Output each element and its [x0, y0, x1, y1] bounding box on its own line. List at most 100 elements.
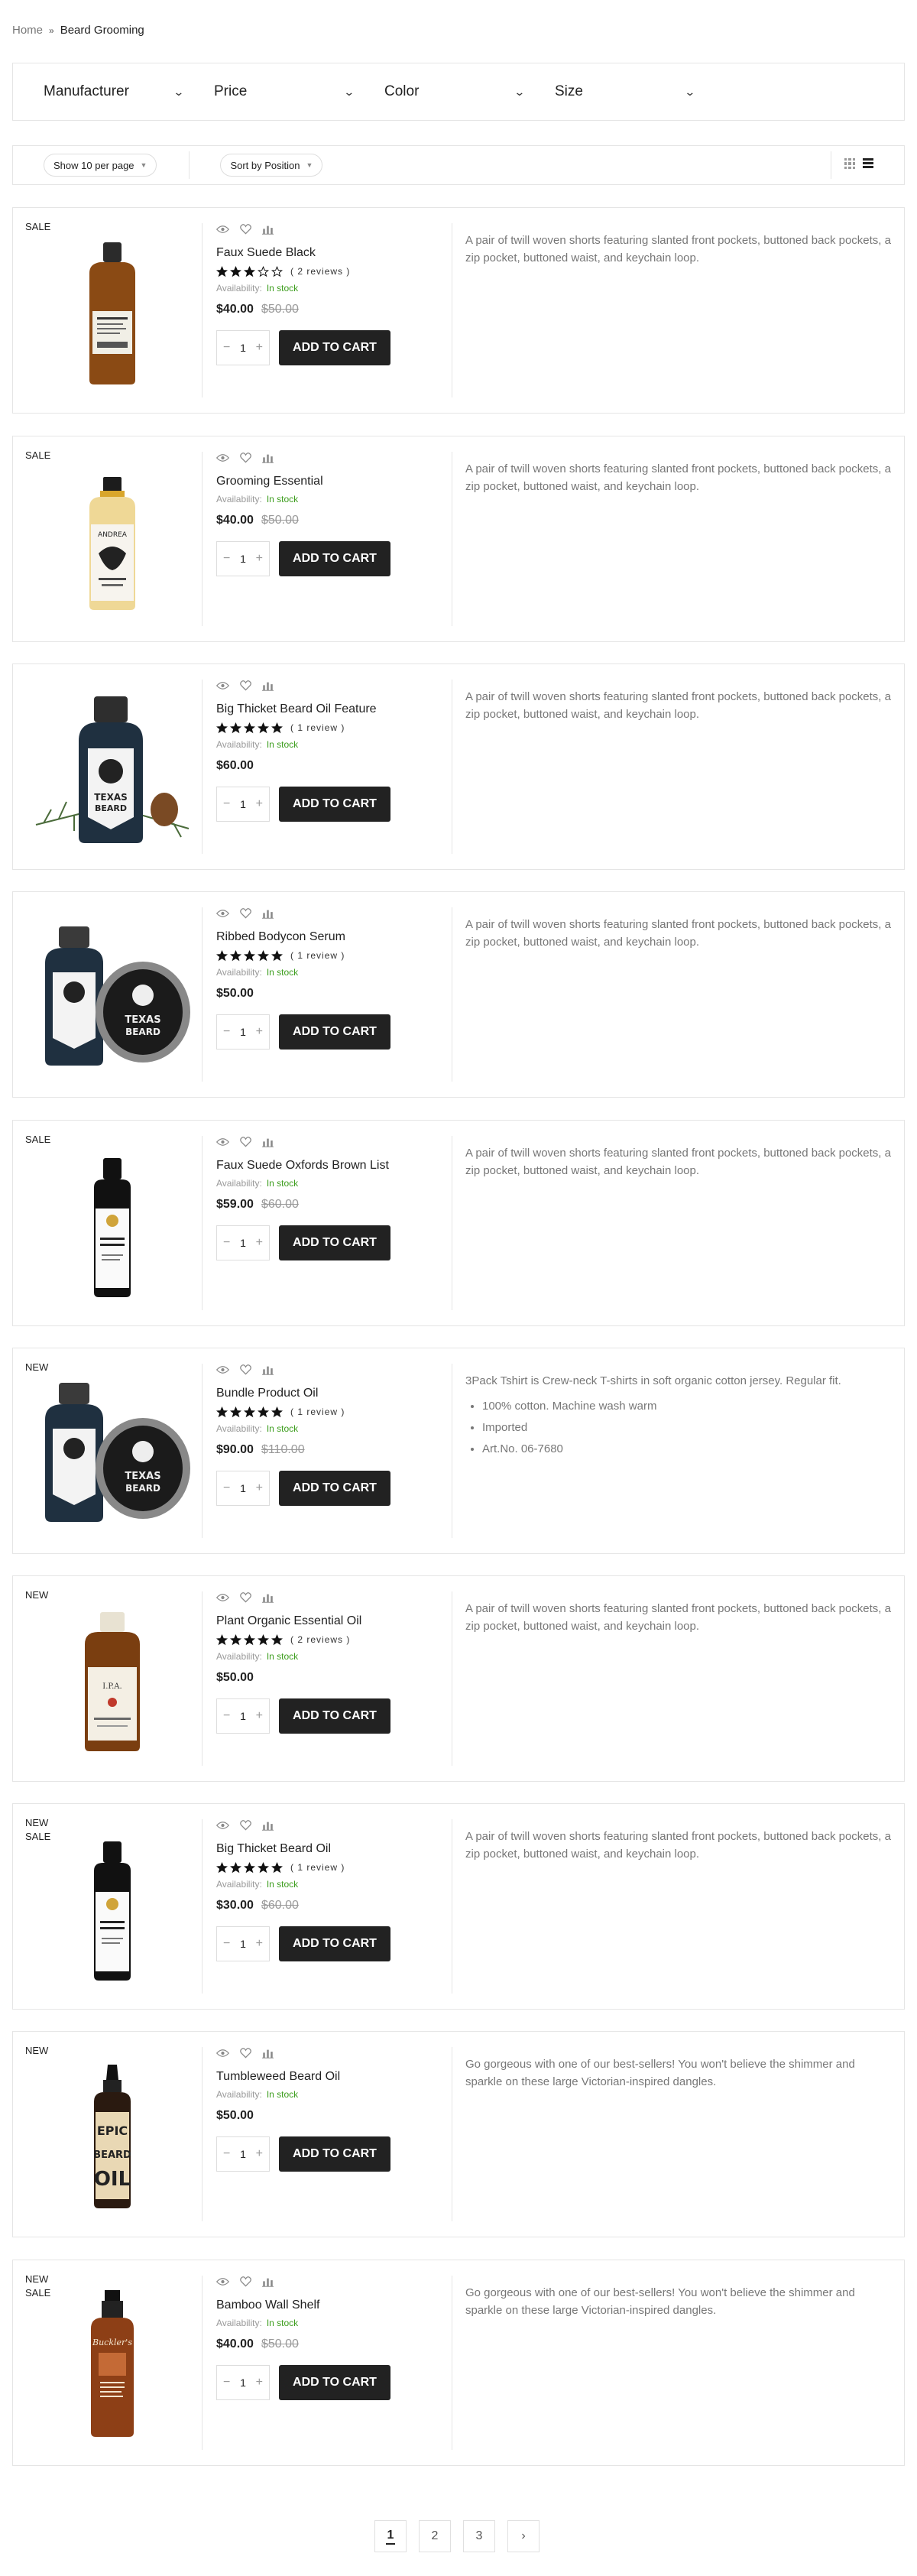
minus-icon[interactable]: − [223, 2376, 230, 2389]
product-image[interactable]: Buckler's [28, 2272, 196, 2455]
product-name[interactable]: Faux Suede Black [216, 246, 438, 260]
quantity-value[interactable]: 1 [240, 1710, 246, 1722]
add-to-cart-button[interactable]: ADD TO CART [279, 1698, 390, 1734]
compare-chart-icon[interactable] [262, 224, 274, 235]
minus-icon[interactable]: − [223, 1481, 230, 1495]
wishlist-heart-icon[interactable] [240, 224, 251, 235]
minus-icon[interactable]: − [223, 2147, 230, 2161]
plus-icon[interactable]: + [256, 341, 263, 355]
compare-chart-icon[interactable] [262, 1592, 274, 1603]
quick-view-icon[interactable] [216, 1821, 229, 1830]
quick-view-icon[interactable] [216, 2277, 229, 2286]
minus-icon[interactable]: − [223, 1937, 230, 1951]
minus-icon[interactable]: − [223, 797, 230, 811]
quick-view-icon[interactable] [216, 1593, 229, 1602]
add-to-cart-button[interactable]: ADD TO CART [279, 787, 390, 822]
wishlist-heart-icon[interactable] [240, 680, 251, 691]
grid-view-icon[interactable] [844, 158, 855, 169]
compare-chart-icon[interactable] [262, 2276, 274, 2287]
filter-price[interactable]: Price ⌄ [183, 83, 355, 100]
sort-select[interactable]: Sort by Position ▼ [220, 154, 323, 177]
quantity-value[interactable]: 1 [240, 798, 246, 810]
product-name[interactable]: Faux Suede Oxfords Brown List [216, 1159, 438, 1173]
product-name[interactable]: Grooming Essential [216, 475, 438, 488]
quick-view-icon[interactable] [216, 1365, 229, 1374]
product-image[interactable]: TEXAS BEARD [28, 676, 196, 859]
add-to-cart-button[interactable]: ADD TO CART [279, 1926, 390, 1961]
quantity-value[interactable]: 1 [240, 1237, 246, 1249]
compare-chart-icon[interactable] [262, 2048, 274, 2059]
quantity-value[interactable]: 1 [240, 342, 246, 354]
product-name[interactable]: Big Thicket Beard Oil [216, 1842, 438, 1856]
reviews-link[interactable]: ( 1 review ) [290, 1862, 345, 1873]
quantity-value[interactable]: 1 [240, 1482, 246, 1494]
reviews-link[interactable]: ( 2 reviews ) [290, 1634, 350, 1645]
minus-icon[interactable]: − [223, 552, 230, 566]
quantity-value[interactable]: 1 [240, 2148, 246, 2160]
product-image[interactable]: EPIC BEARD OIL [28, 2043, 196, 2227]
quick-view-icon[interactable] [216, 1137, 229, 1147]
add-to-cart-button[interactable]: ADD TO CART [279, 2136, 390, 2172]
plus-icon[interactable]: + [256, 1236, 263, 1250]
compare-chart-icon[interactable] [262, 1820, 274, 1831]
minus-icon[interactable]: − [223, 1236, 230, 1250]
wishlist-heart-icon[interactable] [240, 2276, 251, 2287]
compare-chart-icon[interactable] [262, 1364, 274, 1375]
quick-view-icon[interactable] [216, 225, 229, 234]
wishlist-heart-icon[interactable] [240, 1137, 251, 1147]
product-name[interactable]: Tumbleweed Beard Oil [216, 2070, 438, 2084]
minus-icon[interactable]: − [223, 1025, 230, 1039]
product-image[interactable]: TEXAS BEARD [28, 904, 196, 1087]
product-image[interactable] [28, 219, 196, 403]
minus-icon[interactable]: − [223, 341, 230, 355]
add-to-cart-button[interactable]: ADD TO CART [279, 1471, 390, 1506]
plus-icon[interactable]: + [256, 2147, 263, 2161]
product-name[interactable]: Ribbed Bodycon Serum [216, 930, 438, 944]
add-to-cart-button[interactable]: ADD TO CART [279, 1225, 390, 1260]
compare-chart-icon[interactable] [262, 453, 274, 463]
product-name[interactable]: Bamboo Wall Shelf [216, 2299, 438, 2312]
add-to-cart-button[interactable]: ADD TO CART [279, 541, 390, 576]
breadcrumb-home-link[interactable]: Home [12, 24, 43, 37]
reviews-link[interactable]: ( 1 review ) [290, 950, 345, 961]
product-name[interactable]: Big Thicket Beard Oil Feature [216, 702, 438, 716]
wishlist-heart-icon[interactable] [240, 908, 251, 919]
compare-chart-icon[interactable] [262, 1137, 274, 1147]
plus-icon[interactable]: + [256, 1937, 263, 1951]
page-1-button[interactable]: 1 [374, 2520, 407, 2552]
plus-icon[interactable]: + [256, 1025, 263, 1039]
compare-chart-icon[interactable] [262, 680, 274, 691]
compare-chart-icon[interactable] [262, 908, 274, 919]
per-page-select[interactable]: Show 10 per page ▼ [44, 154, 157, 177]
plus-icon[interactable]: + [256, 797, 263, 811]
filter-manufacturer[interactable]: Manufacturer ⌄ [13, 83, 185, 100]
product-image[interactable]: TEXAS BEARD [28, 1360, 196, 1543]
add-to-cart-button[interactable]: ADD TO CART [279, 1014, 390, 1050]
plus-icon[interactable]: + [256, 1481, 263, 1495]
quantity-value[interactable]: 1 [240, 553, 246, 565]
quick-view-icon[interactable] [216, 681, 229, 690]
quick-view-icon[interactable] [216, 909, 229, 918]
plus-icon[interactable]: + [256, 2376, 263, 2389]
quantity-value[interactable]: 1 [240, 1026, 246, 1038]
product-image[interactable]: ANDREA [28, 448, 196, 631]
plus-icon[interactable]: + [256, 552, 263, 566]
page-2-button[interactable]: 2 [419, 2520, 451, 2552]
add-to-cart-button[interactable]: ADD TO CART [279, 2365, 390, 2400]
quick-view-icon[interactable] [216, 2049, 229, 2058]
plus-icon[interactable]: + [256, 1709, 263, 1723]
page-3-button[interactable]: 3 [463, 2520, 495, 2552]
wishlist-heart-icon[interactable] [240, 1364, 251, 1375]
list-view-icon[interactable] [863, 158, 873, 169]
product-image[interactable] [28, 1815, 196, 1999]
wishlist-heart-icon[interactable] [240, 1820, 251, 1831]
wishlist-heart-icon[interactable] [240, 2048, 251, 2059]
quantity-value[interactable]: 1 [240, 1938, 246, 1950]
product-name[interactable]: Plant Organic Essential Oil [216, 1614, 438, 1628]
product-name[interactable]: Bundle Product Oil [216, 1387, 438, 1400]
add-to-cart-button[interactable]: ADD TO CART [279, 330, 390, 365]
filter-size[interactable]: Size ⌄ [524, 83, 696, 100]
product-image[interactable]: I.P.A. [28, 1588, 196, 1771]
wishlist-heart-icon[interactable] [240, 453, 251, 463]
reviews-link[interactable]: ( 1 review ) [290, 722, 345, 733]
